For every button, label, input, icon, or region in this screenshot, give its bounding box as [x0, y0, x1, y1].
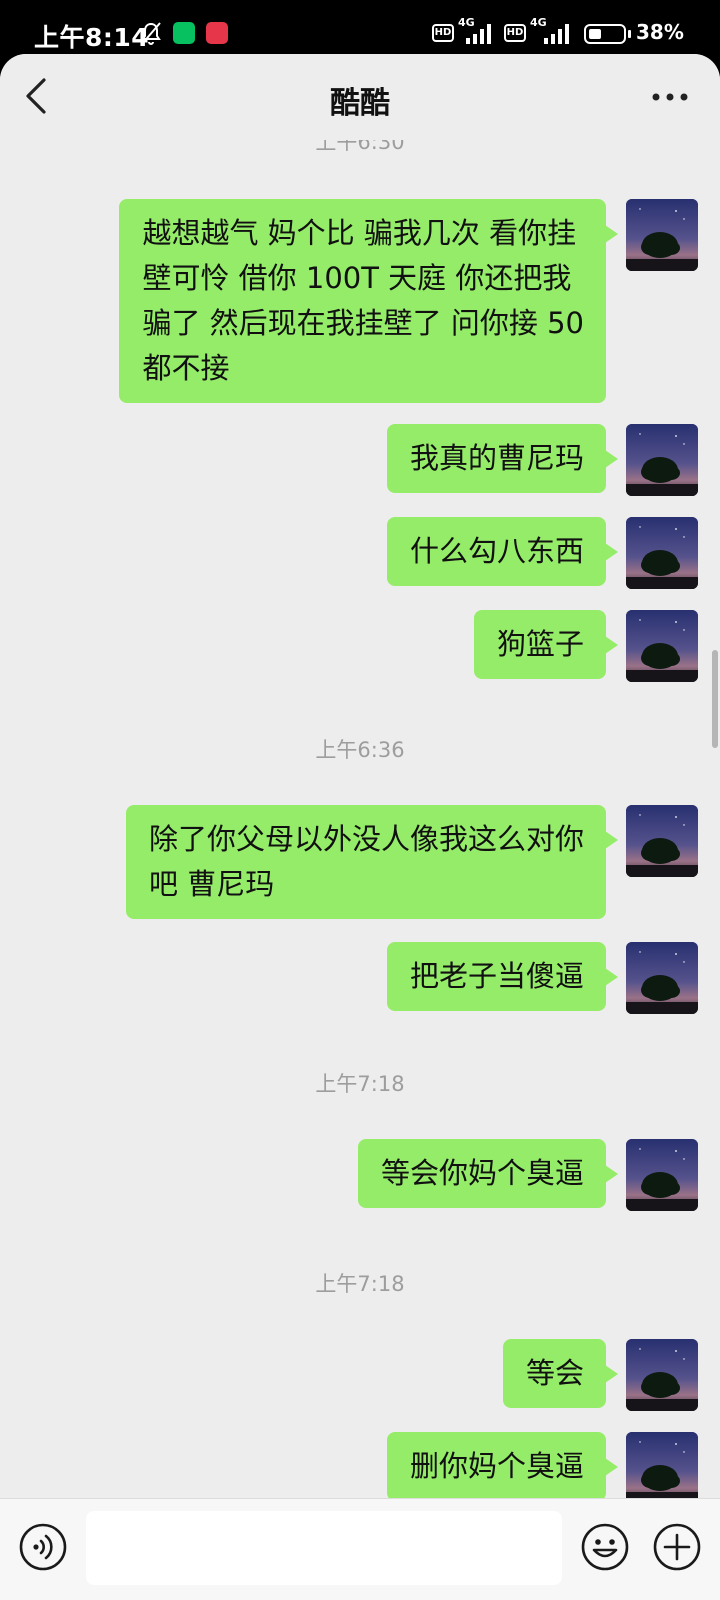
- avatar[interactable]: [626, 199, 698, 271]
- message-bubble[interactable]: 删你妈个臭逼: [386, 1432, 619, 1501]
- message-bubble[interactable]: 等会: [502, 1339, 619, 1408]
- avatar[interactable]: [626, 1139, 698, 1211]
- message-line: 我真的曹尼玛: [409, 441, 584, 475]
- message-bubble[interactable]: 除了你父母以外没人像我这么对你吧 曹尼玛: [125, 805, 619, 919]
- message-line: 删你妈个臭逼: [409, 1449, 584, 1483]
- input-bar: [0, 1498, 720, 1600]
- message-bubble[interactable]: 狗篮子: [473, 610, 619, 679]
- bell-off-icon: [141, 22, 161, 45]
- plus-circle-icon[interactable]: [652, 1522, 702, 1572]
- app-notification-icon: [206, 22, 228, 44]
- emoji-icon[interactable]: [580, 1522, 630, 1572]
- message-line: 都不接: [142, 351, 230, 385]
- message-line: 等会: [525, 1356, 584, 1390]
- chat-screen: 上午6:30 越想越气 妈个比 骗我几次 看你挂 壁可怜 借你 100T 天庭 你还…: [0, 54, 720, 1600]
- signal-icon-2: [544, 24, 569, 44]
- signal-icon: [466, 24, 491, 44]
- message-list[interactable]: 上午6:30 越想越气 妈个比 骗我几次 看你挂 壁可怜 借你 100T 天庭 你还…: [0, 54, 720, 1504]
- timestamp: 上午6:36: [315, 738, 405, 762]
- battery-level: [589, 29, 601, 39]
- hd-badge-2: HD: [504, 24, 526, 42]
- battery-nub: [628, 30, 631, 38]
- message-bubble[interactable]: 我真的曹尼玛: [386, 424, 619, 493]
- message-bubble[interactable]: 什么勾八东西: [386, 517, 619, 586]
- avatar[interactable]: [626, 517, 698, 589]
- message-line: 把老子当傻逼: [409, 959, 584, 993]
- chat-title: 酷酷: [330, 86, 390, 121]
- message-bubble[interactable]: 等会你妈个臭逼: [357, 1139, 619, 1208]
- message-line: 等会你妈个臭逼: [380, 1156, 584, 1190]
- voice-icon[interactable]: [18, 1522, 68, 1572]
- message-line: 骗了 然后现在我挂壁了 问你接 50: [142, 306, 584, 340]
- wechat-icon: [173, 22, 195, 44]
- battery-percentage: 38%: [636, 20, 684, 44]
- message-input[interactable]: [86, 1511, 562, 1585]
- message-line: 吧 曹尼玛: [148, 867, 275, 901]
- avatar[interactable]: [626, 942, 698, 1014]
- avatar[interactable]: [626, 805, 698, 877]
- battery-icon: [584, 24, 626, 44]
- scrollbar[interactable]: [712, 650, 718, 748]
- message-line: 什么勾八东西: [409, 534, 584, 568]
- avatar[interactable]: [626, 1339, 698, 1411]
- message-bubble[interactable]: 越想越气 妈个比 骗我几次 看你挂 壁可怜 借你 100T 天庭 你还把我 骗了 然…: [119, 199, 618, 403]
- hd-badge: HD: [432, 24, 454, 42]
- timestamp: 上午7:18: [315, 1272, 405, 1296]
- avatar[interactable]: [626, 1432, 698, 1504]
- message-line: 壁可怜 借你 100T 天庭 你还把我: [142, 261, 572, 295]
- more-dots-icon[interactable]: [648, 82, 692, 112]
- avatar[interactable]: [626, 610, 698, 682]
- status-time: 上午8:14: [34, 23, 150, 52]
- avatar[interactable]: [626, 424, 698, 496]
- message-line: 越想越气 妈个比 骗我几次 看你挂: [142, 216, 577, 250]
- chat-header: 酷酷: [0, 54, 720, 140]
- message-line: 除了你父母以外没人像我这么对你: [148, 822, 584, 856]
- timestamp: 上午7:18: [315, 1072, 405, 1096]
- message-line: 狗篮子: [496, 627, 584, 661]
- message-bubble[interactable]: 把老子当傻逼: [386, 942, 619, 1011]
